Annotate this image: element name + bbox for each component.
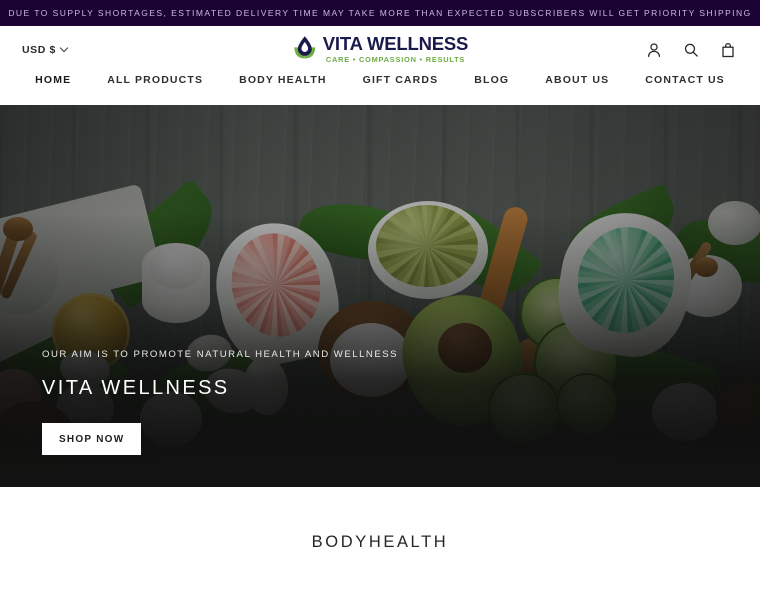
nav-item-blog[interactable]: BLOG <box>456 73 527 87</box>
nav-item-all-products[interactable]: ALL PRODUCTS <box>89 73 221 87</box>
water-drop-leaf-icon <box>292 35 318 65</box>
collection-section: BODYHEALTH <box>0 487 760 600</box>
nav-item-gift-cards[interactable]: GIFT CARDS <box>345 73 457 87</box>
search-icon <box>683 42 699 58</box>
header-top-bar: USD $ VITA WELLNESS CARE • COMPASSION • … <box>0 26 760 73</box>
hero-content: OUR AIM IS TO PROMOTE NATURAL HEALTH AND… <box>42 349 398 455</box>
nav-item-about-us[interactable]: ABOUT US <box>527 73 627 87</box>
account-button[interactable] <box>644 40 664 60</box>
announcement-bar: DUE TO SUPPLY SHORTAGES, ESTIMATED DELIV… <box>0 0 760 26</box>
cart-button[interactable] <box>718 40 738 60</box>
user-icon <box>646 42 662 58</box>
main-navigation: HOME ALL PRODUCTS BODY HEALTH GIFT CARDS… <box>0 73 760 105</box>
nav-item-body-health[interactable]: BODY HEALTH <box>221 73 345 87</box>
logo-name: VITA WELLNESS <box>322 33 469 55</box>
logo-wordmark: VITA WELLNESS CARE • COMPASSION • RESULT… <box>322 33 469 65</box>
logo-tagline: CARE • COMPASSION • RESULTS <box>325 55 466 65</box>
shop-now-button[interactable]: SHOP NOW <box>42 423 142 455</box>
announcement-text: DUE TO SUPPLY SHORTAGES, ESTIMATED DELIV… <box>8 8 752 18</box>
site-header: USD $ VITA WELLNESS CARE • COMPASSION • … <box>0 26 760 105</box>
hero-title: VITA WELLNESS <box>42 377 230 399</box>
search-button[interactable] <box>681 40 701 60</box>
collection-title: BODYHEALTH <box>311 533 449 551</box>
currency-selector-label: USD $ <box>22 43 56 56</box>
nav-item-contact-us[interactable]: CONTACT US <box>627 73 743 87</box>
nav-item-home[interactable]: HOME <box>17 73 89 87</box>
hero-eyebrow: OUR AIM IS TO PROMOTE NATURAL HEALTH AND… <box>42 349 399 360</box>
header-actions <box>644 40 738 60</box>
currency-selector[interactable]: USD $ <box>22 44 68 56</box>
hero-banner: OUR AIM IS TO PROMOTE NATURAL HEALTH AND… <box>0 105 760 487</box>
site-logo[interactable]: VITA WELLNESS CARE • COMPASSION • RESULT… <box>292 35 468 65</box>
shopping-bag-icon <box>720 42 736 58</box>
chevron-down-icon <box>61 45 68 52</box>
